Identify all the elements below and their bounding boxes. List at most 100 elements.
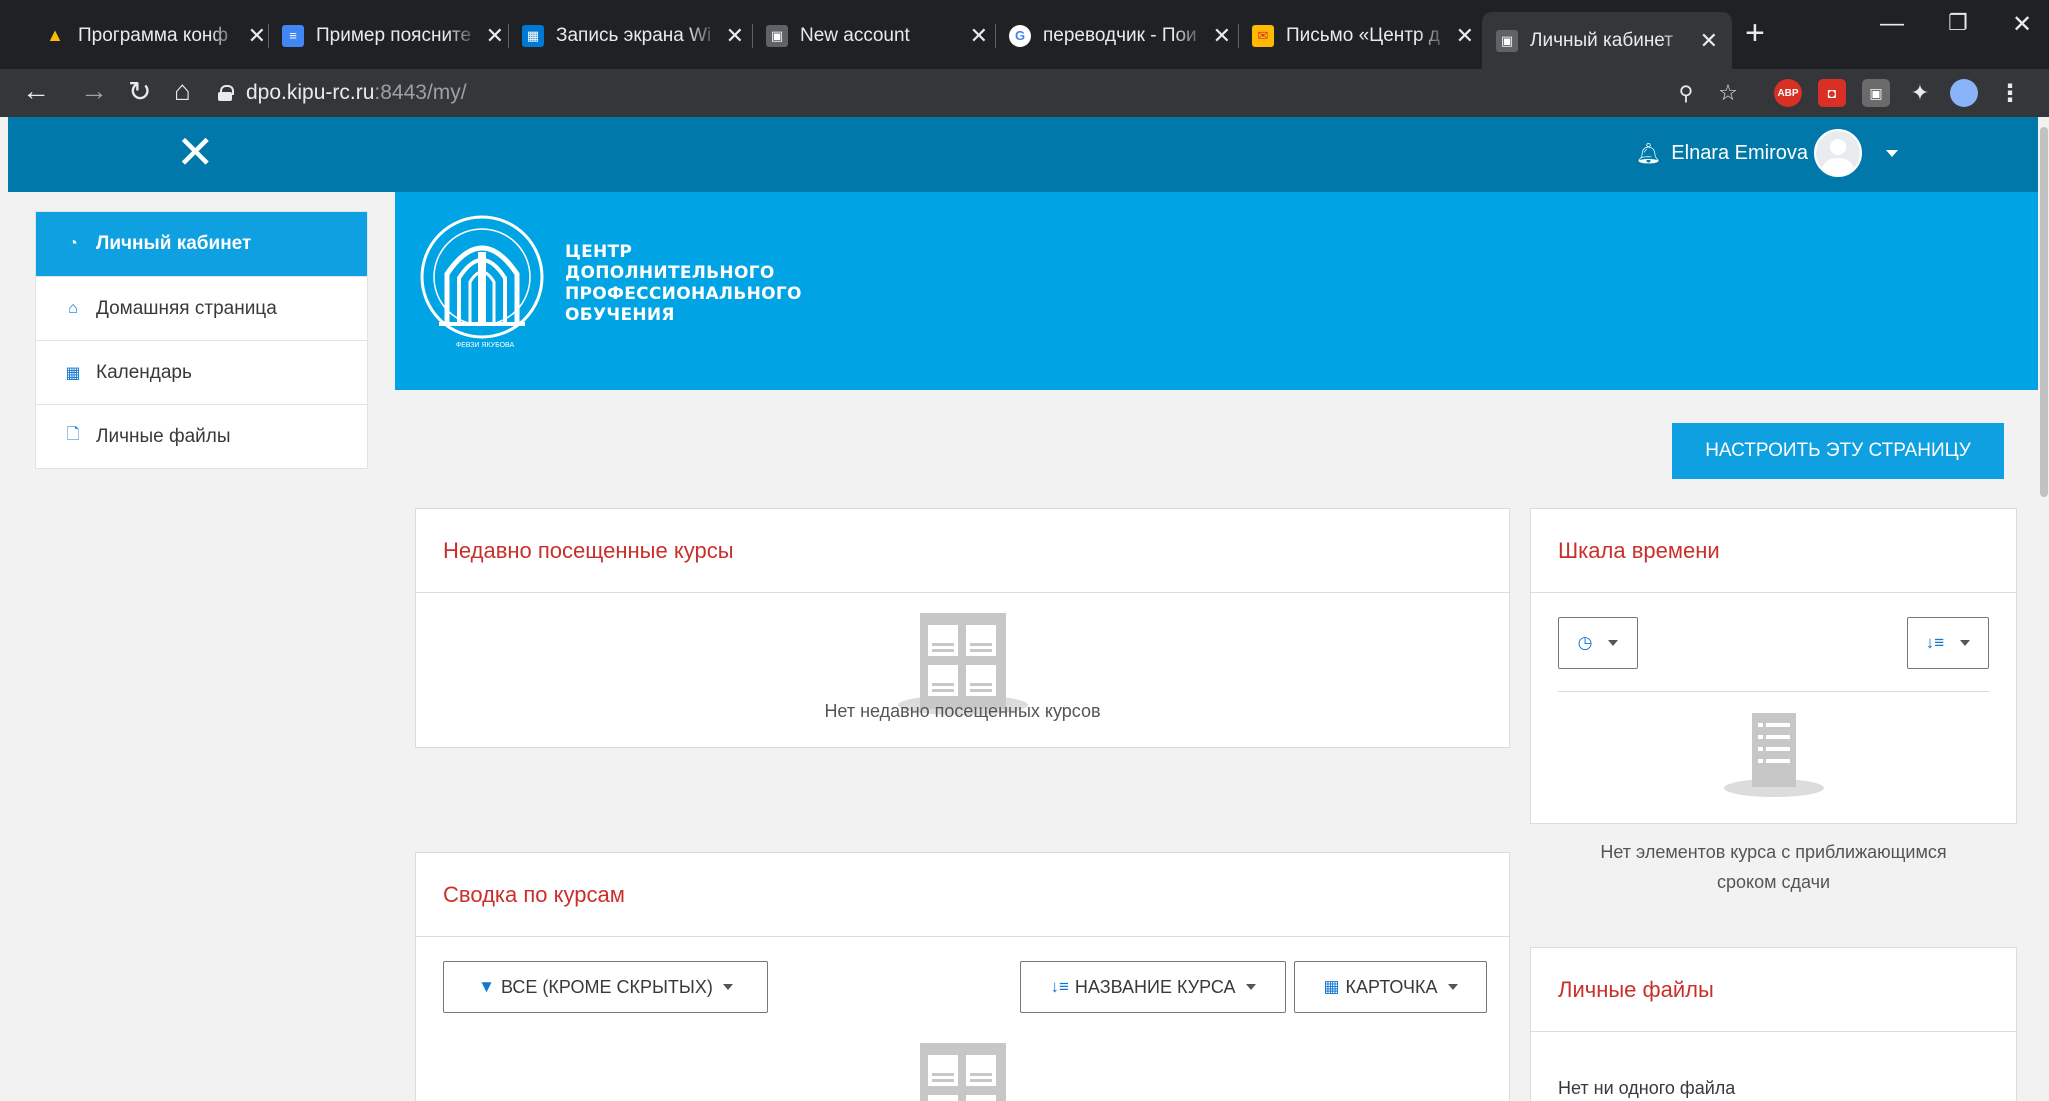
sidebar-item-label: Личные файлы <box>96 425 231 447</box>
empty-message: Нет ни одного файла <box>1558 1078 1736 1098</box>
course-view-dropdown[interactable]: ▦ КАРТОЧКА <box>1294 961 1487 1013</box>
list-icon <box>1724 713 1824 803</box>
empty-message: Нет недавно посещенных курсов <box>824 701 1101 721</box>
page-scrollbar[interactable] <box>2039 117 2049 1101</box>
chevron-down-icon <box>1608 640 1619 646</box>
bell-icon[interactable]: 🔔︎ <box>1636 141 1661 166</box>
tab-title: Пример поясните <box>316 24 472 46</box>
navbar: ✕ 🔔︎ Elnara Emirova <box>8 117 2038 192</box>
google-icon: G <box>1009 24 1031 47</box>
chevron-down-icon[interactable] <box>1886 149 1898 157</box>
mail-icon: ✉ <box>1252 24 1274 47</box>
sidebar-item-home[interactable]: ⌂ Домашняя страница <box>36 276 367 340</box>
extension-gray-icon[interactable]: ▣ <box>1862 79 1890 107</box>
reload-icon[interactable]: ↻ <box>128 75 151 108</box>
sidebar-item-dashboard[interactable]: ◔ Личный кабинет <box>36 212 367 276</box>
sort-icon: ↓≡ <box>1050 977 1069 996</box>
close-tab-icon[interactable]: ✕ <box>1456 23 1474 49</box>
sidebar-item-private-files[interactable]: 🗋︎ Личные файлы <box>36 404 367 468</box>
page: ✕ 🔔︎ Elnara Emirova ◔ Личный кабинет ⌂ Д… <box>0 117 2049 1101</box>
close-tab-icon[interactable]: ✕ <box>1700 28 1718 54</box>
block-course-overview: Сводка по курсам ▼ ВСЕ (КРОМЕ СКРЫТЫХ) ↓… <box>415 852 1510 1101</box>
lock-icon <box>218 85 234 101</box>
course-sort-dropdown[interactable]: ↓≡ НАЗВАНИЕ КУРСА <box>1020 961 1286 1013</box>
filter-icon: ▼ <box>478 977 495 996</box>
close-tab-icon[interactable]: ✕ <box>970 23 988 49</box>
sidebar-item-label: Личный кабинет <box>96 233 252 254</box>
close-tab-icon[interactable]: ✕ <box>1213 23 1231 49</box>
chevron-down-icon <box>1447 984 1458 990</box>
divider <box>1558 691 1989 692</box>
grid-icon: ▦ <box>1323 977 1340 996</box>
forward-icon[interactable]: → <box>80 75 108 107</box>
chevron-down-icon <box>1245 984 1256 990</box>
home-icon: ⌂ <box>68 299 78 317</box>
sidebar-item-label: Домашняя страница <box>96 297 277 319</box>
empty-message: Нет элементов курса с приближающимся сро… <box>1600 842 1947 892</box>
tab-title: Письмо «Центр д <box>1286 24 1440 46</box>
browser-tab-6-active[interactable]: ▣ Личный кабинет ✕ <box>1482 12 1732 69</box>
docs-icon: ≡ <box>282 24 304 47</box>
restore-icon[interactable]: ❐ <box>1948 10 1968 36</box>
dashboard-icon: ◔ <box>68 235 78 252</box>
zoom-icon[interactable]: ⚲ <box>1672 79 1700 107</box>
browser-tab-5[interactable]: ✉ Письмо «Центр д ✕ <box>1238 12 1488 59</box>
chevron-down-icon <box>1960 640 1971 646</box>
moodle-icon: ▣ <box>766 24 788 47</box>
scrollbar-thumb[interactable] <box>2040 127 2048 497</box>
address-bar[interactable]: dpo.kipu-rc.ru :8443/my/ <box>218 73 1718 113</box>
tab-title: Программа конф <box>78 24 229 46</box>
close-tab-icon[interactable]: ✕ <box>726 23 744 49</box>
customize-page-button[interactable]: НАСТРОИТЬ ЭТУ СТРАНИЦУ <box>1672 423 2004 479</box>
extensions-puzzle-icon[interactable]: ✦ <box>1906 79 1934 107</box>
timeline-filter-dropdown[interactable]: ◷ <box>1558 617 1638 669</box>
browser-toolbar: ← → ↻ ⌂ dpo.kipu-rc.ru :8443/my/ ⚲ ☆ ABP… <box>0 69 2049 117</box>
window-close-icon[interactable]: ✕ <box>2012 10 2032 39</box>
sidebar-item-calendar[interactable]: ▦ Календарь <box>36 340 367 404</box>
new-tab-icon[interactable]: + <box>1745 14 1765 53</box>
block-title: Личные файлы <box>1531 948 2016 1032</box>
sidebar-item-label: Календарь <box>96 361 192 383</box>
user-name[interactable]: Elnara Emirova <box>1671 142 1808 165</box>
browser-tab-3[interactable]: ▣ New account ✕ <box>752 12 1002 59</box>
calendar-icon: ▦ <box>65 364 81 382</box>
url-path: :8443/my/ <box>374 81 467 104</box>
block-title: Шкала времени <box>1531 509 2016 593</box>
windows-icon: ▦ <box>522 24 544 47</box>
adblock-icon[interactable]: ABP <box>1774 79 1802 107</box>
sort-icon: ↓≡ <box>1925 633 1945 652</box>
logo-caption: ФЕВЗИ ЯКУБОВА <box>455 342 515 349</box>
home-icon[interactable]: ⌂ <box>174 75 191 107</box>
browser-tab-2[interactable]: ▦ Запись экрана Wi ✕ <box>508 12 758 59</box>
browser-tabstrip: ▲ Программа конф ✕ ≡ Пример поясните ✕ ▦… <box>0 0 2049 69</box>
banner-title: ЦЕНТР ДОПОЛНИТЕЛЬНОГО ПРОФЕССИОНАЛЬНОГО … <box>565 242 802 325</box>
timeline-sort-dropdown[interactable]: ↓≡ <box>1907 617 1989 669</box>
close-tab-icon[interactable]: ✕ <box>486 23 504 49</box>
browser-menu-icon[interactable]: ⋮ <box>1996 79 2024 107</box>
tab-title: Личный кабинет <box>1530 29 1673 51</box>
user-menu[interactable]: 🔔︎ Elnara Emirova <box>1636 129 1898 177</box>
course-filter-dropdown[interactable]: ▼ ВСЕ (КРОМЕ СКРЫТЫХ) <box>443 961 768 1013</box>
back-icon[interactable]: ← <box>22 75 50 107</box>
browser-tab-1[interactable]: ≡ Пример поясните ✕ <box>268 12 518 59</box>
browser-tab-4[interactable]: G переводчик - Пои ✕ <box>995 12 1245 59</box>
block-title: Сводка по курсам <box>416 853 1509 937</box>
clock-icon: ◷ <box>1577 633 1593 652</box>
nav-drawer: ◔ Личный кабинет ⌂ Домашняя страница ▦ К… <box>35 211 368 469</box>
chevron-down-icon <box>722 984 733 990</box>
profile-avatar-icon[interactable] <box>1950 79 1978 107</box>
university-logo[interactable] <box>417 212 547 342</box>
file-icon: 🗋︎ <box>66 426 80 443</box>
minimize-icon[interactable]: — <box>1880 10 1904 38</box>
block-timeline: Шкала времени ◷ ↓≡ Нет элементов курса с… <box>1530 508 2017 892</box>
browser-tab-0[interactable]: ▲ Программа конф ✕ <box>30 12 280 59</box>
tab-title: Запись экрана Wi <box>556 24 712 46</box>
close-tab-icon[interactable]: ✕ <box>248 23 266 49</box>
block-recently-accessed-courses: Недавно посещенные курсы Нет недавно пос… <box>415 508 1510 748</box>
block-private-files: Личные файлы Нет ни одного файла <box>1530 947 2017 1101</box>
user-avatar[interactable] <box>1814 129 1862 177</box>
drive-icon: ▲ <box>46 25 64 45</box>
extension-red-icon[interactable]: ◘ <box>1818 79 1846 107</box>
bookmark-star-icon[interactable]: ☆ <box>1714 79 1742 107</box>
close-drawer-icon[interactable]: ✕ <box>176 127 215 177</box>
